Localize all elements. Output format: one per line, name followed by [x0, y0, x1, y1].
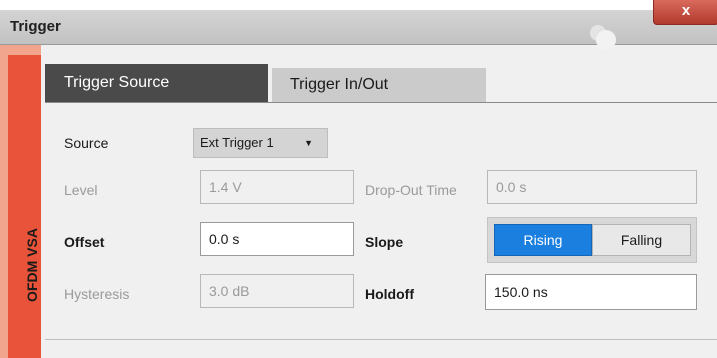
title-bar: Trigger: [0, 10, 717, 50]
sidebar-tab-ofdm-vsa[interactable]: OFDM VSA: [8, 55, 41, 358]
triangle-down-icon: ▼: [304, 138, 313, 148]
source-dropdown[interactable]: Ext Trigger 1 ▼: [193, 128, 328, 158]
holdoff-label: Holdoff: [365, 286, 414, 302]
slope-rising-button[interactable]: Rising: [494, 224, 592, 256]
bubbles-icon: [584, 24, 624, 52]
close-icon: x: [681, 2, 691, 19]
tab-trigger-in-out[interactable]: Trigger In/Out: [272, 68, 486, 102]
window-title: Trigger: [10, 18, 61, 35]
level-label: Level: [64, 182, 98, 198]
close-button[interactable]: x: [653, 0, 717, 25]
source-label: Source: [64, 135, 109, 151]
tab-trigger-source[interactable]: Trigger Source: [45, 64, 268, 102]
offset-label: Offset: [64, 234, 105, 250]
offset-field[interactable]: 0.0 s: [200, 222, 354, 256]
dropout-time-label: Drop-Out Time: [365, 182, 457, 198]
source-value: Ext Trigger 1: [200, 135, 274, 150]
slope-toggle: Rising Falling: [487, 217, 697, 263]
tab-content: Source Ext Trigger 1 ▼ Level 1.4 V Drop-…: [45, 103, 717, 339]
panel-bottom-divider: [45, 339, 717, 340]
hysteresis-field: 3.0 dB: [200, 274, 354, 308]
slope-falling-button[interactable]: Falling: [592, 224, 691, 256]
hysteresis-label: Hysteresis: [64, 286, 130, 302]
level-field: 1.4 V: [200, 170, 354, 204]
slope-label: Slope: [365, 234, 404, 250]
holdoff-field[interactable]: 150.0 ns: [485, 274, 697, 310]
sidebar-tab-label: OFDM VSA: [24, 228, 40, 302]
dropout-time-field: 0.0 s: [487, 170, 697, 204]
trigger-panel: Trigger Source Trigger In/Out Source Ext…: [45, 64, 717, 358]
